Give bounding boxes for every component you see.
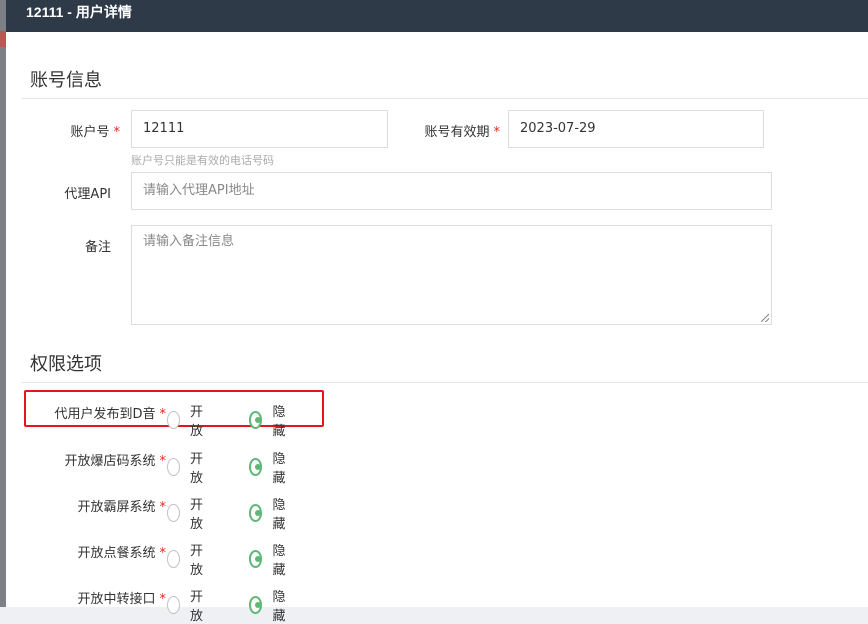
dialog-header: 12111 - 用户详情 [6,0,868,32]
account-no-hint: 账户号只能是有效的电话号码 [131,154,274,167]
radio-open[interactable]: 开放 [167,540,208,578]
required-mark: * [159,454,167,469]
permission-label: 开放中转接口 * [77,592,167,607]
radio-unchecked-icon [167,411,181,429]
radio-hidden[interactable]: 隐藏 [249,540,290,578]
radio-checked-icon [249,458,263,476]
radio-unchecked-icon [167,550,181,568]
required-mark: * [159,592,167,607]
account-no-input[interactable]: 12111 [131,110,388,148]
required-mark: * [159,500,167,515]
remark-textarea[interactable]: 请输入备注信息 [131,225,772,325]
radio-unchecked-icon [167,504,181,522]
permission-label: 开放点餐系统 * [77,546,167,561]
radio-checked-icon [249,504,263,522]
permission-label: 开放霸屏系统 * [77,500,167,515]
dialog-title: 12111 - 用户详情 [26,4,132,20]
proxy-api-input[interactable]: 请输入代理API地址 [131,172,772,210]
expiry-label: 账号有效期 * [424,125,501,140]
proxy-api-label: 代理API [64,187,111,202]
required-mark: * [159,546,167,561]
permission-label: 代用户发布到D音 * [54,407,167,422]
radio-unchecked-icon [167,596,181,614]
remark-placeholder: 请输入备注信息 [143,234,235,249]
account-no-label: 账户号 * [70,125,121,140]
radio-open[interactable]: 开放 [167,586,208,624]
radio-open[interactable]: 开放 [167,494,208,532]
radio-open[interactable]: 开放 [167,401,208,439]
required-mark: * [113,125,121,140]
radio-unchecked-icon [167,458,181,476]
radio-open[interactable]: 开放 [167,448,208,486]
permission-section-title: 权限选项 [30,354,102,375]
required-mark: * [493,125,501,140]
radio-checked-icon [249,411,263,429]
radio-hidden[interactable]: 隐藏 [249,448,290,486]
radio-hidden[interactable]: 隐藏 [249,494,290,532]
radio-hidden[interactable]: 隐藏 [249,586,290,624]
radio-checked-icon [249,550,263,568]
radio-hidden[interactable]: 隐藏 [249,401,290,439]
remark-label: 备注 [84,240,111,255]
section-divider [22,98,868,99]
required-mark: * [159,407,167,422]
radio-checked-icon [249,596,263,614]
permission-label: 开放爆店码系统 * [64,454,167,469]
section-divider [22,382,868,383]
user-detail-dialog: 12111 - 用户详情 账号信息 账户号 * 12111 账户号只能是有效的电话… [6,0,868,624]
resize-handle-icon[interactable] [761,314,769,322]
expiry-date-input[interactable]: 2023-07-29 [508,110,764,148]
account-section-title: 账号信息 [30,70,102,91]
